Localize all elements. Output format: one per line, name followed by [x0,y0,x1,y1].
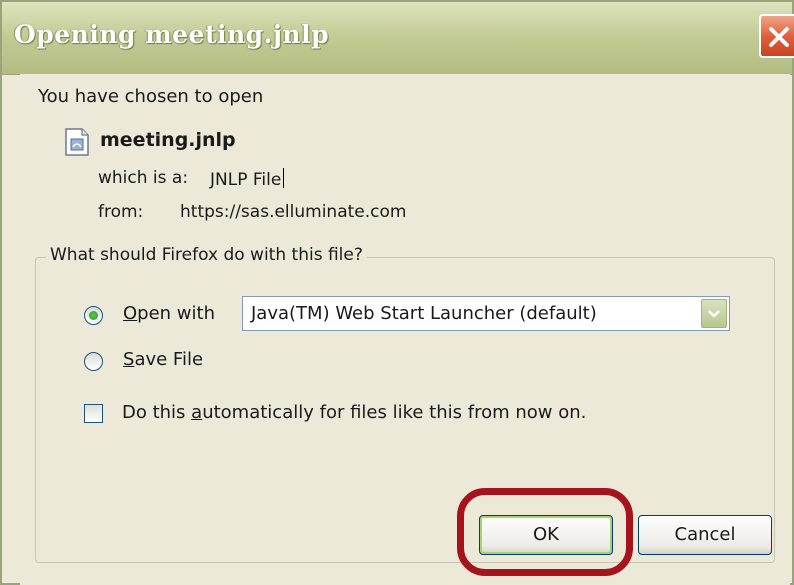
save-file-radio[interactable] [84,352,103,371]
open-with-label[interactable]: Open with [123,303,215,324]
close-icon [769,27,789,47]
dialog-content: You have chosen to open meeting.jnlp whi… [20,74,790,585]
chevron-down-icon [708,310,720,318]
open-with-label-rest: pen with [137,303,215,324]
open-with-radio[interactable] [84,306,103,325]
file-type-value: JNLP File [210,168,284,190]
auto-label-part1: Do this [122,402,192,423]
cancel-button[interactable]: Cancel [638,515,772,555]
save-file-mnemonic: S [123,349,135,370]
ok-button[interactable]: OK [479,515,613,555]
title-bar[interactable]: Opening meeting.jnlp [2,2,794,75]
file-source-value: https://sas.elluminate.com [180,202,407,222]
auto-mnemonic: a [191,402,203,423]
auto-action-checkbox[interactable] [84,404,103,423]
application-select[interactable]: Java(TM) Web Start Launcher (default) [242,296,730,331]
file-name: meeting.jnlp [100,129,236,151]
file-source-label: from: [98,202,144,222]
close-button[interactable] [759,14,794,58]
file-type-label: which is a: [98,168,189,188]
auto-label-part2: utomatically for files like this from no… [202,402,587,423]
save-file-label[interactable]: Save File [123,349,203,370]
window-title: Opening meeting.jnlp [14,20,330,49]
save-file-label-rest: ave File [134,349,204,370]
action-question: What should Firefox do with this file? [46,245,367,265]
application-selected-value: Java(TM) Web Start Launcher (default) [251,303,597,324]
download-dialog: Opening meeting.jnlp You have chosen to … [0,0,794,585]
jnlp-file-icon [65,128,89,156]
auto-action-label[interactable]: Do this automatically for files like thi… [122,402,586,423]
open-with-mnemonic: O [123,303,138,324]
application-dropdown-button[interactable] [701,299,727,328]
intro-text: You have chosen to open [38,86,264,107]
